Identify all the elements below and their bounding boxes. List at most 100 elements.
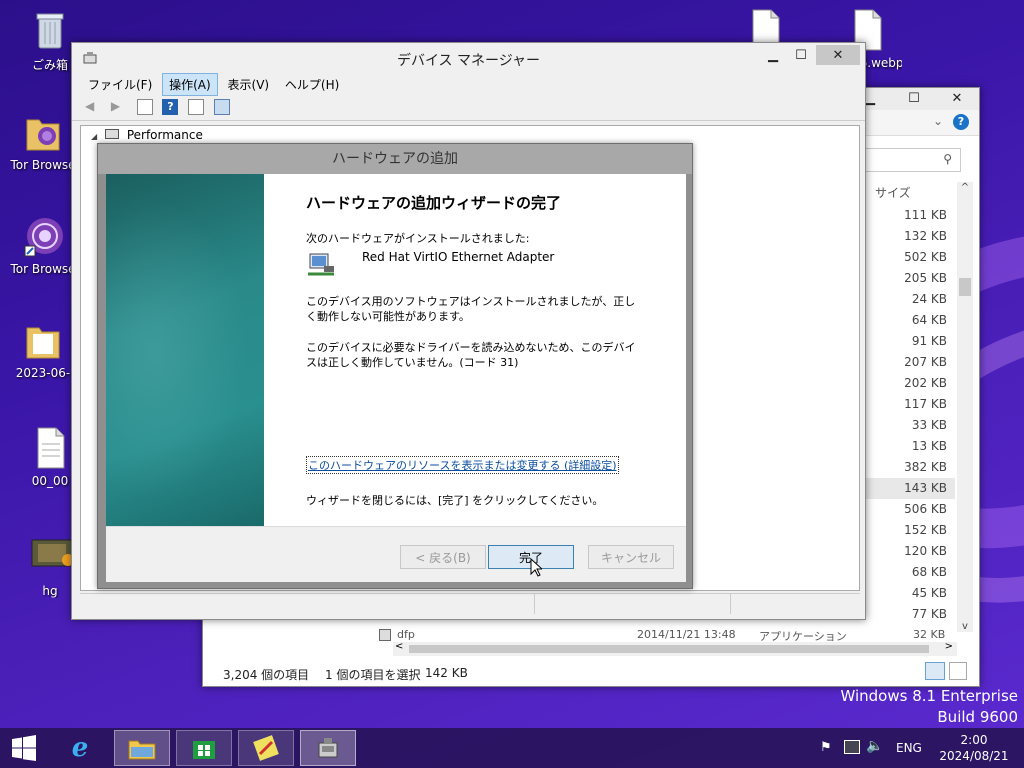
size-cell: 45 KB — [911, 586, 947, 600]
computer-icon — [104, 129, 119, 139]
large-icons-view-icon[interactable] — [949, 662, 967, 680]
forward-arrow-icon[interactable]: ▶ — [111, 99, 127, 115]
taskbar-explorer-button[interactable] — [114, 730, 170, 766]
file-size: 32 KB — [913, 628, 946, 641]
start-button[interactable] — [0, 730, 48, 766]
maximize-button[interactable]: ☐ — [897, 88, 931, 108]
collapse-icon[interactable]: ◢ — [91, 132, 97, 141]
desktop-icon-label: Tor Browse — [10, 262, 76, 276]
menu-action[interactable]: 操作(A) — [162, 73, 218, 96]
device-manager-titlebar[interactable]: デバイス マネージャー ▁ ☐ ✕ — [72, 43, 865, 73]
back-button[interactable]: < 戻る(B) — [400, 545, 486, 569]
properties-icon[interactable] — [136, 99, 153, 115]
windows-logo-icon — [12, 735, 36, 761]
close-button[interactable]: ✕ — [937, 88, 977, 108]
size-cell: 24 KB — [911, 292, 947, 306]
size-cell: 143 KB — [863, 478, 955, 499]
size-cell: 120 KB — [904, 544, 947, 558]
size-cell: 91 KB — [911, 334, 947, 348]
tree-root-label: Performance — [126, 128, 203, 142]
horizontal-scrollbar[interactable]: < > — [393, 641, 957, 656]
tor-browser-folder-icon[interactable]: Tor Browse — [8, 110, 78, 172]
menu-file[interactable]: ファイル(F) — [82, 74, 158, 95]
trash-icon — [30, 8, 70, 52]
program-icon — [253, 735, 279, 761]
wizard-title: ハードウェアの追加 — [98, 144, 692, 174]
desktop-icon-label: 2023-06- — [15, 366, 71, 380]
tor-browser-shortcut-icon[interactable]: Tor Browse — [8, 214, 78, 276]
add-hardware-wizard[interactable]: ハードウェアの追加 ハードウェアの追加ウィザードの完了 次のハードウェアがインス… — [97, 143, 693, 589]
scroll-thumb[interactable] — [959, 278, 971, 296]
tor-icon — [23, 214, 63, 258]
selected-size: 142 KB — [425, 666, 468, 680]
clock-time: 2:00 — [960, 733, 988, 747]
explorer-statusbar: 3,204 個の項目 1 個の項目を選択 142 KB — [203, 658, 979, 686]
menu-view[interactable]: 表示(V) — [222, 74, 276, 95]
scroll-down-arrow[interactable]: v — [957, 621, 973, 632]
folder-icon — [128, 740, 156, 760]
cancel-button[interactable]: キャンセル — [588, 545, 674, 569]
internet-explorer-icon: e — [71, 733, 89, 763]
desktop-icon-label: Tor Browse — [10, 158, 76, 172]
wizard-side-banner — [106, 174, 264, 526]
folder-icon — [23, 110, 63, 154]
size-cell: 33 KB — [911, 418, 947, 432]
scan-hardware-icon[interactable] — [214, 99, 231, 115]
device-manager-statusbar — [80, 593, 860, 614]
size-cell: 13 KB — [911, 439, 947, 453]
wizard-heading: ハードウェアの追加ウィザードの完了 — [306, 194, 562, 212]
window-title: デバイス マネージャー — [396, 53, 541, 69]
close-button[interactable]: ✕ — [816, 45, 860, 65]
explorer-search-bar[interactable]: ⚲ — [859, 148, 961, 172]
scroll-up-arrow[interactable]: ^ — [957, 182, 973, 198]
back-arrow-icon[interactable]: ◀ — [85, 99, 101, 115]
mouse-cursor-icon — [530, 557, 544, 578]
h-scroll-thumb[interactable] — [409, 645, 929, 653]
size-cell: 152 KB — [904, 523, 947, 537]
size-cell: 111 KB — [904, 208, 947, 222]
folder-2023-icon[interactable]: 2023-06- — [8, 318, 78, 380]
watermark-build: Build 9600 — [937, 708, 1018, 726]
size-column: 111 KB 132 KB 502 KB 205 KB 24 KB 64 KB 91 KB 2… — [863, 205, 955, 625]
file-name: dfp — [397, 628, 415, 641]
wizard-body: ハードウェアの追加ウィザードの完了 次のハードウェアがインストールされました: … — [106, 174, 686, 582]
resources-link[interactable]: このハードウェアのリソースを表示または変更する (詳細設定) — [306, 456, 619, 474]
folder-icon — [23, 318, 63, 362]
size-cell: 207 KB — [904, 355, 947, 369]
watermark-edition: Windows 8.1 Enterprise — [840, 687, 1018, 705]
help-icon[interactable]: ? — [162, 99, 179, 115]
taskbar-store-button[interactable] — [176, 730, 232, 766]
scroll-right-arrow[interactable]: > — [945, 641, 953, 652]
size-cell: 68 KB — [911, 565, 947, 579]
store-icon — [193, 741, 215, 759]
chevron-down-icon[interactable]: ⌄ — [933, 114, 943, 128]
menu-bar: ファイル(F) 操作(A) 表示(V) ヘルプ(H) — [72, 73, 865, 96]
view-icon[interactable] — [188, 99, 205, 115]
size-column-header[interactable]: サイズ — [875, 184, 955, 201]
installed-label: 次のハードウェアがインストールされました: — [306, 232, 530, 245]
clock[interactable]: 2:00 2024/08/21 — [932, 732, 1016, 764]
app-icon — [379, 629, 391, 641]
size-cell: 202 KB — [904, 376, 947, 390]
device-name: Red Hat VirtIO Ethernet Adapter — [362, 250, 555, 264]
scroll-left-arrow[interactable]: < — [395, 641, 403, 652]
help-icon[interactable]: ? — [953, 114, 969, 130]
action-center-flag-icon[interactable]: ⚑ — [820, 740, 832, 755]
details-view-icon[interactable] — [925, 662, 945, 680]
taskbar-program-button[interactable] — [238, 730, 294, 766]
toolbar: ◀ ▶ ? — [72, 95, 865, 121]
taskbar-ie-button[interactable]: e — [52, 730, 108, 766]
menu-help[interactable]: ヘルプ(H) — [279, 74, 345, 95]
file-date: 2014/11/21 13:48 — [637, 628, 736, 641]
language-indicator[interactable]: ENG — [896, 741, 922, 755]
explorer-scrollbar[interactable]: ^ v — [957, 182, 973, 632]
tree-root[interactable]: ◢ Performance — [91, 128, 203, 142]
maximize-button[interactable]: ☐ — [784, 45, 818, 65]
volume-muted-icon[interactable]: 🔈 — [866, 738, 883, 754]
network-adapter-icon — [306, 250, 336, 280]
clock-date: 2024/08/21 — [939, 749, 1009, 763]
network-icon[interactable] — [844, 740, 860, 754]
size-cell: 77 KB — [911, 607, 947, 621]
video-icon — [30, 536, 74, 580]
taskbar-device-manager-button[interactable] — [300, 730, 356, 766]
